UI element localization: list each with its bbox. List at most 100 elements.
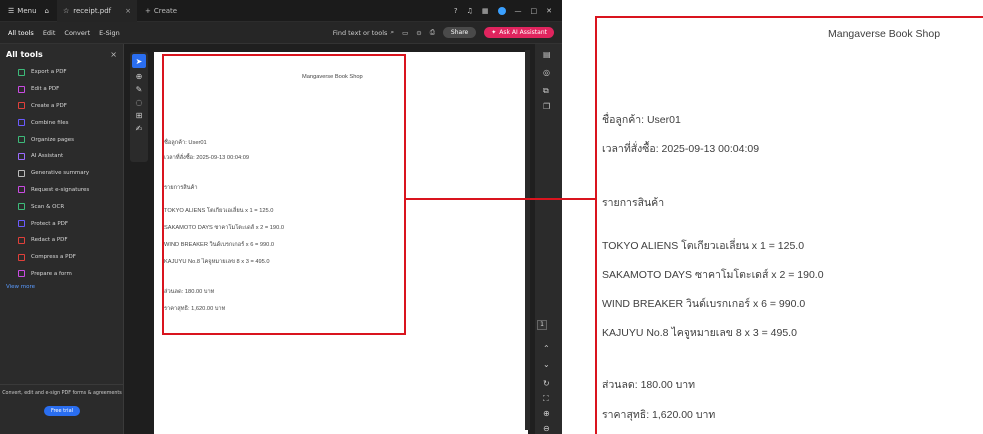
link-icon[interactable]: ⊙ [416, 29, 421, 37]
close-window-icon[interactable]: ✕ [546, 7, 552, 15]
right-rail: ▤ ◎ ⧉ ❐ ⌃ ⌄ ↻ ⛶ ⊕ ⊖ [535, 44, 562, 434]
tool-prepare-form[interactable]: Prepare a form [0, 266, 123, 283]
tool-redact-pdf[interactable]: Redact a PDF [0, 232, 123, 249]
panel-title: All tools [6, 49, 43, 59]
comment-icon[interactable]: ▭ [402, 29, 408, 37]
menu-button[interactable]: ☰ Menu [8, 7, 37, 15]
tool-label: Protect a PDF [31, 220, 69, 227]
tab-all-tools[interactable]: All tools [8, 29, 34, 37]
ai-assistant-icon [18, 152, 25, 160]
scroll-up-icon[interactable]: ⌃ [543, 344, 550, 353]
tool-export-pdf[interactable]: Export a PDF [0, 64, 123, 81]
scroll-down-icon[interactable]: ⌄ [543, 360, 550, 369]
tool-request-esignatures[interactable]: Request e-signatures [0, 182, 123, 199]
protect-pdf-icon [18, 220, 25, 228]
trial-promo: Convert, edit and e-sign PDF forms & agr… [0, 384, 124, 434]
highlight-box [162, 54, 406, 335]
export-pdf-icon [18, 68, 25, 76]
combine-files-icon [18, 119, 25, 127]
tool-ai-assistant[interactable]: AI Assistant [0, 148, 123, 165]
tool-label: Prepare a form [31, 270, 72, 277]
free-trial-button[interactable]: Free trial [43, 406, 81, 417]
maximize-icon[interactable]: □ [531, 7, 538, 15]
tool-label: Compress a PDF [31, 254, 76, 261]
tab-close-icon[interactable]: × [125, 7, 131, 15]
tool-protect-pdf[interactable]: Protect a PDF [0, 215, 123, 232]
home-icon[interactable]: ⌂ [45, 7, 49, 15]
document-tab[interactable]: ☆ receipt.pdf × [56, 0, 137, 22]
tool-organize-pages[interactable]: Organize pages [0, 131, 123, 148]
annotation-toolbar: ➤ ⊕ ✎ ◌ ⊞ ✍ [130, 52, 148, 162]
notification-bell-icon[interactable]: ♫ [467, 7, 473, 15]
tool-label: Organize pages [31, 136, 74, 143]
ai-assistant-label: Ask AI Assistant [499, 29, 547, 36]
edit-pdf-icon [18, 85, 25, 93]
tool-compress-pdf[interactable]: Compress a PDF [0, 249, 123, 266]
tool-generative-summary[interactable]: Generative summary [0, 165, 123, 182]
title-bar: ☰ Menu ⌂ ☆ receipt.pdf × + Create ? ♫ ▦ … [0, 0, 562, 22]
find-tools-search[interactable]: Find text or tools ⌕ [333, 28, 394, 37]
search-icon: ⌕ [390, 28, 395, 36]
page-number-indicator[interactable]: 1 [537, 320, 547, 330]
star-icon[interactable]: ☆ [63, 7, 69, 15]
text-box-icon[interactable]: ⊞ [136, 111, 143, 120]
ai-sparkle-icon: ✦ [491, 29, 497, 36]
document-scrollbar[interactable] [525, 50, 530, 430]
tool-scan-ocr[interactable]: Scan & OCR [0, 198, 123, 215]
tool-create-pdf[interactable]: Create a PDF [0, 98, 123, 115]
zoom-out-icon[interactable]: ⊖ [543, 424, 550, 433]
tab-edit[interactable]: Edit [43, 29, 56, 37]
lasso-icon[interactable]: ◌ [136, 98, 143, 107]
tab-esign[interactable]: E-Sign [99, 29, 120, 37]
zoom-item-line: KAJUYU No.8 ไคจูหมายเลข 8 x 3 = 495.0 [602, 327, 797, 339]
tool-edit-pdf[interactable]: Edit a PDF [0, 81, 123, 98]
tool-label: Combine files [31, 119, 69, 126]
zoom-panel-top-border [595, 16, 983, 18]
tool-label: Create a PDF [31, 102, 67, 109]
zoom-order-time-line: เวลาที่สั่งซื้อ: 2025-09-13 00:04:09 [602, 143, 760, 155]
copy-icon[interactable]: ❐ [543, 102, 550, 111]
apps-grid-icon[interactable]: ▦ [482, 7, 489, 15]
view-more-link[interactable]: View more [0, 284, 123, 290]
fit-page-icon[interactable]: ⛶ [543, 394, 549, 404]
ai-chat-icon[interactable]: ◎ [543, 68, 550, 77]
scan-ocr-icon [18, 203, 25, 211]
panel-close-icon[interactable]: × [110, 50, 117, 59]
sign-icon[interactable]: ✍ [136, 124, 143, 133]
panel-toggle-icon[interactable]: ▤ [543, 50, 551, 59]
avatar[interactable] [497, 6, 506, 15]
generative-summary-icon [18, 169, 25, 177]
create-label: Create [153, 6, 178, 15]
tool-label: Request e-signatures [31, 186, 90, 193]
menu-label: Menu [17, 6, 37, 15]
redact-pdf-icon [18, 236, 25, 244]
comment-add-icon[interactable]: ⊕ [136, 72, 143, 81]
zoom-net-total-line: ราคาสุทธิ: 1,620.00 บาท [602, 409, 716, 421]
rotate-icon[interactable]: ↻ [543, 379, 550, 388]
tool-label: Edit a PDF [31, 86, 60, 93]
print-icon[interactable]: ⎙ [430, 28, 435, 37]
pen-icon[interactable]: ✎ [136, 85, 143, 94]
page-thumbnails-icon[interactable]: ⧉ [543, 86, 549, 96]
tab-convert[interactable]: Convert [64, 29, 90, 37]
share-button[interactable]: Share [442, 27, 477, 38]
help-icon[interactable]: ? [454, 7, 458, 15]
ai-assistant-button[interactable]: ✦ Ask AI Assistant [484, 27, 554, 38]
zoom-shop-name: Mangaverse Book Shop [828, 28, 941, 40]
tool-combine-files[interactable]: Combine files [0, 114, 123, 131]
tool-list: Export a PDF Edit a PDF Create a PDF Com… [0, 64, 123, 282]
minimize-icon[interactable]: — [515, 7, 522, 15]
prepare-form-icon [18, 270, 25, 278]
zoom-in-icon[interactable]: ⊕ [543, 409, 550, 418]
zoom-panel-left-border [595, 16, 597, 434]
tool-label: Generative summary [31, 170, 90, 177]
zoom-customer-line: ชื่อลูกค้า: User01 [602, 114, 681, 126]
create-button[interactable]: + Create [145, 7, 177, 15]
hamburger-icon: ☰ [8, 6, 15, 15]
select-cursor-icon[interactable]: ➤ [132, 54, 146, 68]
request-esignatures-icon [18, 186, 25, 194]
main-toolbar: All tools Edit Convert E-Sign Find text … [0, 22, 562, 44]
promo-text: Convert, edit and e-sign PDF forms & agr… [2, 391, 122, 396]
organize-pages-icon [18, 136, 25, 144]
zoom-item-line: WIND BREAKER วินด์เบรกเกอร์ x 6 = 990.0 [602, 298, 806, 310]
